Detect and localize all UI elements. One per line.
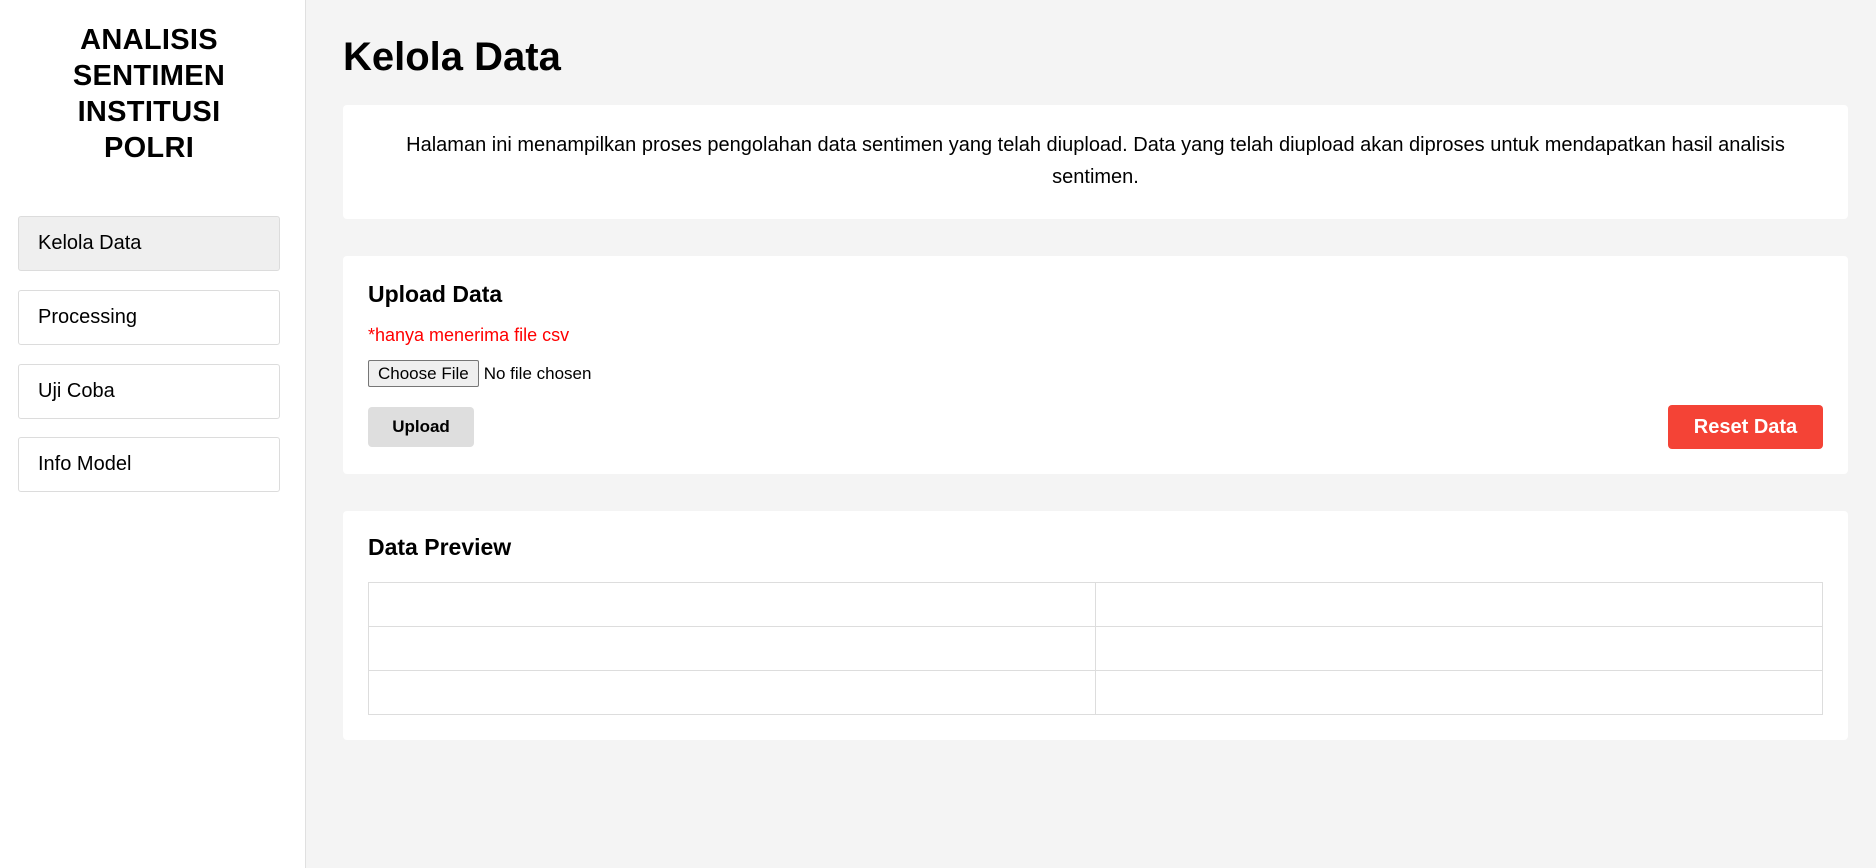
data-preview-table — [368, 582, 1823, 715]
app-root: ANALISIS SENTIMEN INSTITUSI POLRI Kelola… — [0, 0, 1876, 868]
table-cell — [1095, 626, 1823, 671]
file-type-note: *hanya menerima file csv — [368, 325, 570, 345]
app-title: ANALISIS SENTIMEN INSTITUSI POLRI — [72, 24, 226, 164]
upload-button[interactable]: Upload — [368, 407, 474, 447]
upload-card: Upload Data *hanya menerima file csv Cho… — [343, 256, 1848, 474]
upload-section-title: Upload Data — [368, 281, 503, 307]
sidebar-item-info-model[interactable]: Info Model — [18, 437, 280, 492]
table-cell — [368, 670, 1096, 715]
page-title: Kelola Data — [343, 35, 561, 79]
sidebar-nav: Kelola Data Processing Uji Coba Info Mod… — [18, 216, 280, 511]
table-row — [368, 670, 1823, 715]
preview-section-title: Data Preview — [368, 534, 512, 560]
preview-card: Data Preview — [343, 511, 1848, 740]
table-cell — [368, 626, 1096, 671]
table-cell — [1095, 670, 1823, 715]
table-cell — [368, 582, 1096, 627]
sidebar-item-processing[interactable]: Processing — [18, 290, 280, 345]
table-row — [368, 582, 1823, 627]
choose-file-button[interactable]: Choose File — [368, 360, 479, 387]
table-cell — [1095, 582, 1823, 627]
intro-text: Halaman ini menampilkan proses pengolaha… — [406, 134, 1785, 188]
table-row — [368, 626, 1823, 671]
file-input[interactable]: Choose File No file chosen — [368, 360, 591, 387]
reset-data-button[interactable]: Reset Data — [1668, 405, 1823, 449]
sidebar-item-kelola-data[interactable]: Kelola Data — [18, 216, 280, 271]
intro-card: Halaman ini menampilkan proses pengolaha… — [343, 105, 1848, 219]
sidebar-item-uji-coba[interactable]: Uji Coba — [18, 364, 280, 419]
sidebar: ANALISIS SENTIMEN INSTITUSI POLRI Kelola… — [0, 0, 306, 868]
file-status-text: No file chosen — [483, 364, 592, 383]
